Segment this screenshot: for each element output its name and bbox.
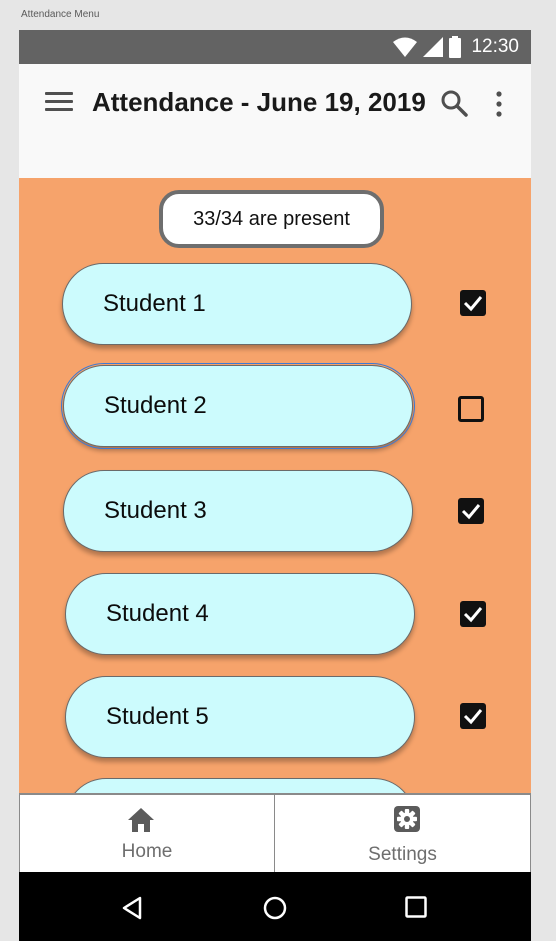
circle-icon[interactable] (263, 896, 287, 920)
signal-icon (423, 37, 444, 57)
gear-icon (394, 806, 420, 832)
student-2-checkbox[interactable] (458, 396, 484, 422)
status-time: 12:30 (471, 36, 519, 57)
status-icons: 12:30 (393, 36, 519, 58)
nav-home[interactable]: Home (19, 794, 275, 873)
student-5-checkbox[interactable] (460, 703, 486, 729)
nav-settings[interactable]: Settings (274, 794, 531, 873)
bottom-navigation: Home Settings (19, 793, 531, 873)
student-card-4[interactable]: Student 4 (65, 573, 415, 655)
wifi-icon (393, 37, 418, 57)
square-icon[interactable] (405, 896, 427, 918)
search-icon[interactable] (440, 89, 468, 117)
page-title: Attendance - June 19, 2019 (92, 87, 426, 117)
app-bar: Attendance - June 19, 2019 (19, 64, 531, 178)
student-4-checkbox[interactable] (460, 601, 486, 627)
attendance-summary: 33/34 are present (159, 190, 384, 248)
student-3-checkbox[interactable] (458, 498, 484, 524)
home-icon (128, 808, 154, 832)
student-card-2[interactable]: Student 2 (61, 363, 415, 449)
back-triangle-icon[interactable] (121, 896, 143, 920)
frame-label: Attendance Menu (21, 9, 100, 20)
hamburger-icon[interactable] (45, 92, 73, 116)
student-card-3[interactable]: Student 3 (63, 470, 413, 552)
nav-settings-label: Settings (368, 844, 437, 865)
student-card-1[interactable]: Student 1 (62, 263, 412, 345)
student-card-5[interactable]: Student 5 (65, 676, 415, 758)
more-vert-icon[interactable] (493, 90, 505, 118)
status-bar: 12:30 (19, 30, 531, 64)
system-navigation-bar (19, 872, 531, 941)
student-1-checkbox[interactable] (460, 290, 486, 316)
nav-home-label: Home (121, 841, 173, 862)
battery-icon (449, 36, 462, 58)
phone-screen: 12:30 Attendance - June 19, 2019 33/34 a… (19, 30, 531, 941)
